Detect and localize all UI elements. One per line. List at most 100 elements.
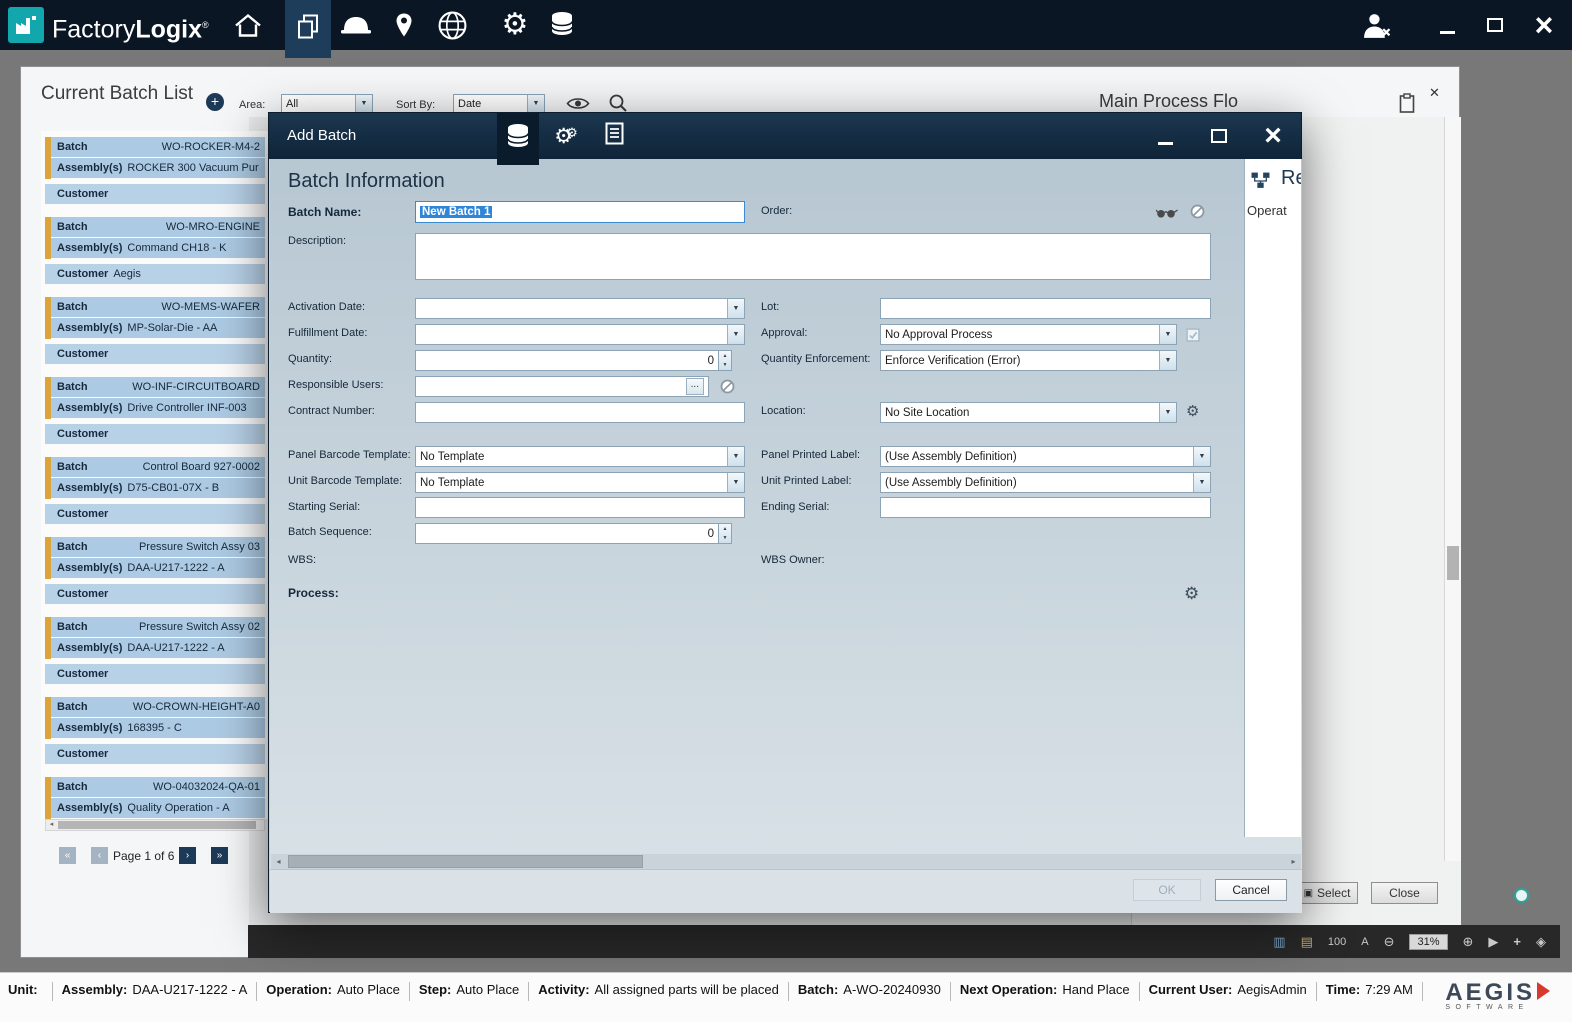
globe-icon[interactable] <box>434 0 470 50</box>
batch-list-item[interactable]: BatchPressure Switch Assy 02 Assembly(s)… <box>45 617 265 685</box>
chevron-down-icon[interactable]: ▼ <box>1193 447 1210 466</box>
location-pin-icon[interactable] <box>392 0 416 50</box>
chevron-down-icon[interactable]: ▼ <box>727 325 744 344</box>
report-tab[interactable] <box>593 113 635 159</box>
data-tab[interactable] <box>497 113 539 165</box>
minimize-button[interactable] <box>1433 10 1461 40</box>
clipboard-icon[interactable] <box>1399 93 1415 119</box>
zoom-level[interactable]: 31% <box>1409 934 1447 950</box>
zoom-out-icon[interactable]: ⊖ <box>1384 935 1395 948</box>
cancel-button[interactable]: Cancel <box>1215 879 1287 901</box>
first-page-button[interactable]: « <box>59 847 76 864</box>
scroll-left-icon[interactable]: ◂ <box>271 854 286 869</box>
image-icon[interactable]: ▤ <box>1301 935 1313 948</box>
minimize-button[interactable] <box>1147 121 1183 151</box>
logout-user-icon[interactable] <box>1358 0 1394 50</box>
status-dot-icon[interactable] <box>1514 888 1529 903</box>
quantity-enforcement-select[interactable]: Enforce Verification (Error) ▼ <box>880 350 1177 371</box>
description-input[interactable] <box>415 233 1211 280</box>
settings-tab[interactable]: ⚙⚙ <box>545 113 587 159</box>
scrollbar-thumb[interactable] <box>58 821 256 829</box>
quantity-input[interactable]: 0 <box>415 350 719 371</box>
panel-printed-label-select[interactable]: (Use Assembly Definition) ▼ <box>880 446 1211 467</box>
approval-select[interactable]: No Approval Process ▼ <box>880 324 1177 345</box>
close-button[interactable]: Close <box>1371 882 1438 904</box>
scrollbar-thumb[interactable] <box>1447 546 1459 580</box>
chevron-down-icon[interactable]: ▼ <box>1193 473 1210 492</box>
maximize-button[interactable] <box>1481 10 1509 40</box>
close-button[interactable]: × <box>1255 121 1291 151</box>
close-panel-icon[interactable]: ✕ <box>1429 85 1440 101</box>
pan-icon[interactable]: + <box>1513 935 1521 948</box>
batch-list-scrollbar[interactable]: ◂ <box>45 819 265 831</box>
panel-scrollbar[interactable] <box>1444 117 1461 861</box>
location-settings-icon[interactable]: ⚙ <box>1186 404 1199 419</box>
browse-users-button[interactable]: ... <box>686 378 704 395</box>
pointer-icon[interactable]: ▶ <box>1488 935 1498 948</box>
clear-order-icon[interactable] <box>1190 204 1205 224</box>
scrollbar-thumb[interactable] <box>288 855 643 868</box>
fulfillment-date-select[interactable]: ▼ <box>415 324 745 345</box>
select-icon: ▣ <box>1304 888 1313 899</box>
zoom-in-icon[interactable]: ⊕ <box>1463 935 1474 948</box>
close-button[interactable]: × <box>1524 10 1564 40</box>
layers-icon[interactable]: ▥ <box>1273 935 1285 948</box>
chevron-down-icon[interactable]: ▼ <box>727 473 744 492</box>
batch-sequence-input[interactable]: 0 <box>415 523 719 544</box>
responsible-users-input[interactable]: ... <box>415 376 709 397</box>
batch-list-item[interactable]: BatchWO-CROWN-HEIGHT-A0 Assembly(s)16839… <box>45 697 265 765</box>
batch-list-item[interactable]: BatchWO-INF-CIRCUITBOARD Assembly(s)Driv… <box>45 377 265 445</box>
area-select[interactable]: All ▼ <box>281 94 373 113</box>
scroll-left-icon[interactable]: ◂ <box>46 820 57 830</box>
activation-date-select[interactable]: ▼ <box>415 298 745 319</box>
batches-module-tab[interactable] <box>285 0 331 58</box>
starting-serial-input[interactable] <box>415 497 745 518</box>
clear-users-icon[interactable] <box>720 379 735 399</box>
text-size-button[interactable]: A <box>1361 936 1368 948</box>
maximize-button[interactable] <box>1203 121 1235 151</box>
home-icon[interactable] <box>230 0 266 50</box>
sort-by-select[interactable]: Date ▼ <box>453 94 545 113</box>
glasses-icon[interactable] <box>1156 206 1178 224</box>
chevron-down-icon[interactable]: ▼ <box>727 447 744 466</box>
fit-view-icon[interactable]: ◈ <box>1536 935 1546 948</box>
location-select[interactable]: No Site Location ▼ <box>880 402 1177 423</box>
contract-number-input[interactable] <box>415 402 745 423</box>
quantity-stepper[interactable]: ▲▼ <box>719 350 732 371</box>
customer-label: Customer <box>57 428 108 440</box>
select-button[interactable]: ▣ Select <box>1296 882 1358 904</box>
zoom-100-button[interactable]: 100 <box>1328 936 1346 948</box>
batch-name-input[interactable]: New Batch 1 <box>415 201 745 223</box>
last-page-button[interactable]: » <box>211 847 228 864</box>
unit-printed-label-select[interactable]: (Use Assembly Definition) ▼ <box>880 472 1211 493</box>
batch-sequence-label: Batch Sequence: <box>288 526 372 538</box>
settings-gear-icon[interactable]: ⚙ <box>496 0 534 50</box>
process-settings-icon[interactable]: ⚙ <box>1184 585 1199 602</box>
add-batch-button[interactable]: + <box>206 93 224 111</box>
batch-list-item[interactable]: BatchWO-ROCKER-M4-2 Assembly(s)ROCKER 30… <box>45 137 265 205</box>
lot-input[interactable] <box>880 298 1211 319</box>
panel-barcode-template-select[interactable]: No Template ▼ <box>415 446 745 467</box>
chevron-down-icon[interactable]: ▼ <box>1159 351 1176 370</box>
previous-page-button[interactable]: ‹ <box>91 847 108 864</box>
database-sync-icon[interactable] <box>544 0 582 50</box>
production-icon[interactable] <box>338 0 374 50</box>
chevron-down-icon[interactable]: ▼ <box>1159 325 1176 344</box>
ending-serial-input[interactable] <box>880 497 1211 518</box>
batch-list-item[interactable]: BatchControl Board 927-0002 Assembly(s)D… <box>45 457 265 525</box>
chevron-down-icon[interactable]: ▼ <box>527 95 544 112</box>
unit-barcode-template-select[interactable]: No Template ▼ <box>415 472 745 493</box>
batch-list-item[interactable]: BatchWO-MEMS-WAFER Assembly(s)MP-Solar-D… <box>45 297 265 365</box>
chevron-down-icon[interactable]: ▼ <box>355 95 372 112</box>
scroll-right-icon[interactable]: ▸ <box>1286 854 1301 869</box>
dialog-hscrollbar[interactable]: ◂ ▸ <box>271 854 1301 869</box>
batch-sequence-stepper[interactable]: ▲▼ <box>719 523 732 544</box>
batch-list-item[interactable]: BatchPressure Switch Assy 03 Assembly(s)… <box>45 537 265 605</box>
ok-button[interactable]: OK <box>1133 879 1201 901</box>
next-page-button[interactable]: › <box>179 847 196 864</box>
batch-list-item[interactable]: BatchWO-MRO-ENGINE Assembly(s)Command CH… <box>45 217 265 285</box>
chevron-down-icon[interactable]: ▼ <box>727 299 744 318</box>
batch-list-item[interactable]: BatchWO-04032024-QA-01 Assembly(s)Qualit… <box>45 777 265 819</box>
ending-serial-label: Ending Serial: <box>761 501 830 513</box>
chevron-down-icon[interactable]: ▼ <box>1159 403 1176 422</box>
